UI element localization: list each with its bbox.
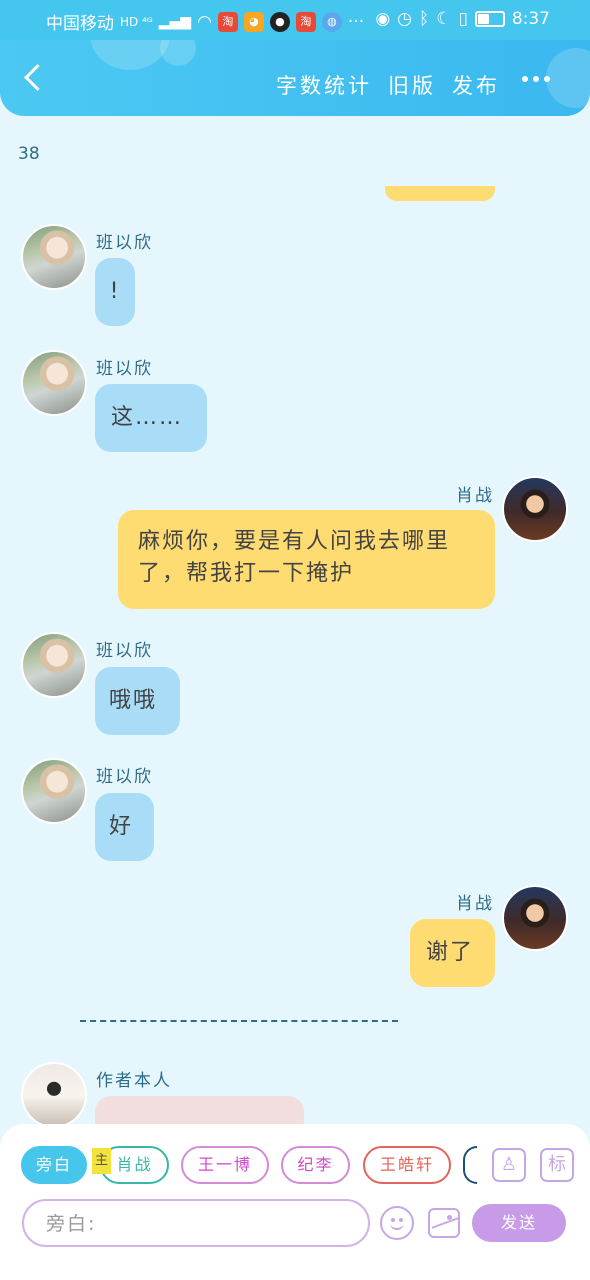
image-icon[interactable] <box>428 1208 460 1238</box>
qq-icon: ● <box>269 11 290 32</box>
sender-name: 班以欣 <box>96 359 153 379</box>
avatar-xiao-zhan[interactable] <box>502 885 568 951</box>
character-chip-narrator[interactable]: 旁白 <box>21 1146 87 1184</box>
section-divider <box>80 1020 398 1022</box>
message-input-box[interactable] <box>22 1199 370 1247</box>
carrier-text: 中国移动 <box>46 14 114 34</box>
overflow-text: ··· <box>347 11 365 32</box>
sender-name: 作者本人 <box>96 1071 172 1091</box>
signal-icon: ▂▄▆ <box>158 13 192 30</box>
character-chip-wang-yibo[interactable]: 王一博 <box>181 1146 269 1184</box>
battery-icon <box>474 11 505 27</box>
avatar-ban-yixin[interactable] <box>21 350 87 416</box>
partial-message-bubble <box>385 186 495 201</box>
header-decoration <box>160 40 196 66</box>
sender-name: 肖战 <box>456 894 494 914</box>
moon-icon: ☾ <box>436 9 452 29</box>
status-right: ◉ ◷ ᛒ ☾ ▯ 8:37 <box>375 9 550 29</box>
message-bubble[interactable]: 谢了 <box>410 919 495 987</box>
message-bubble[interactable]: 麻烦你，要是有人问我去哪里了，帮我打一下掩护 <box>118 510 495 609</box>
message-bubble[interactable]: 好 <box>95 793 154 861</box>
top-header: 字数统计 旧版 发布 <box>0 40 590 116</box>
taobao-icon: 淘 <box>217 11 238 32</box>
bluetooth-icon: ᛒ <box>419 9 430 29</box>
main-character-tag: 主 <box>92 1148 111 1174</box>
eye-icon: ◉ <box>375 9 391 29</box>
header-decoration <box>546 48 590 108</box>
more-options-button[interactable] <box>522 76 550 82</box>
character-chip-ji-li[interactable]: 纪李 <box>281 1146 350 1184</box>
tag-button[interactable]: 标 <box>540 1148 574 1182</box>
back-button[interactable] <box>20 64 48 92</box>
add-character-button[interactable]: ♙ <box>492 1148 526 1182</box>
header-decoration <box>90 40 170 70</box>
avatar-ban-yixin[interactable] <box>21 632 87 698</box>
sender-name: 班以欣 <box>96 233 153 253</box>
message-bubble[interactable]: 哦哦 <box>95 667 180 735</box>
app-icon: ◕ <box>243 11 264 32</box>
vibrate-icon: ▯ <box>458 9 468 29</box>
clock-text: 8:37 <box>511 9 550 29</box>
taobao-icon-2: 淘 <box>295 11 316 32</box>
message-bubble[interactable]: ! <box>95 258 135 326</box>
status-left: 中国移动 HD ⁴ᴳ ▂▄▆ ◠ 淘 ◕ ● 淘 ◍ ··· <box>46 9 364 34</box>
chapter-counter: 38 <box>18 144 40 164</box>
network-text: HD ⁴ᴳ <box>120 14 153 29</box>
avatar-ban-yixin[interactable] <box>21 224 87 290</box>
send-button[interactable]: 发送 <box>472 1204 566 1242</box>
sender-name: 班以欣 <box>96 767 153 787</box>
wifi-icon: ◠ <box>197 11 212 32</box>
word-count-button[interactable]: 字数统计 <box>276 70 372 100</box>
battery-level-fill <box>477 14 489 24</box>
sender-name: 肖战 <box>456 486 494 506</box>
avatar-xiao-zhan[interactable] <box>502 476 568 542</box>
sender-name: 班以欣 <box>96 641 153 661</box>
emoji-mouth <box>390 1222 404 1230</box>
old-version-button[interactable]: 旧版 <box>388 70 436 100</box>
message-input[interactable] <box>46 1209 346 1239</box>
emoji-icon[interactable] <box>380 1206 414 1240</box>
status-bar: 中国移动 HD ⁴ᴳ ▂▄▆ ◠ 淘 ◕ ● 淘 ◍ ··· ◉ ◷ ᛒ ☾ ▯… <box>0 0 590 40</box>
message-bubble[interactable]: 这…… <box>95 384 207 452</box>
avatar-ban-yixin[interactable] <box>21 758 87 824</box>
alarm-icon: ◷ <box>397 9 412 29</box>
character-chip-wang-haoxuan[interactable]: 王皓轩 <box>363 1146 451 1184</box>
avatar-author[interactable] <box>21 1062 87 1128</box>
publish-button[interactable]: 发布 <box>452 70 500 100</box>
browser-icon: ◍ <box>321 11 342 32</box>
character-chip-overflow[interactable] <box>463 1146 477 1184</box>
